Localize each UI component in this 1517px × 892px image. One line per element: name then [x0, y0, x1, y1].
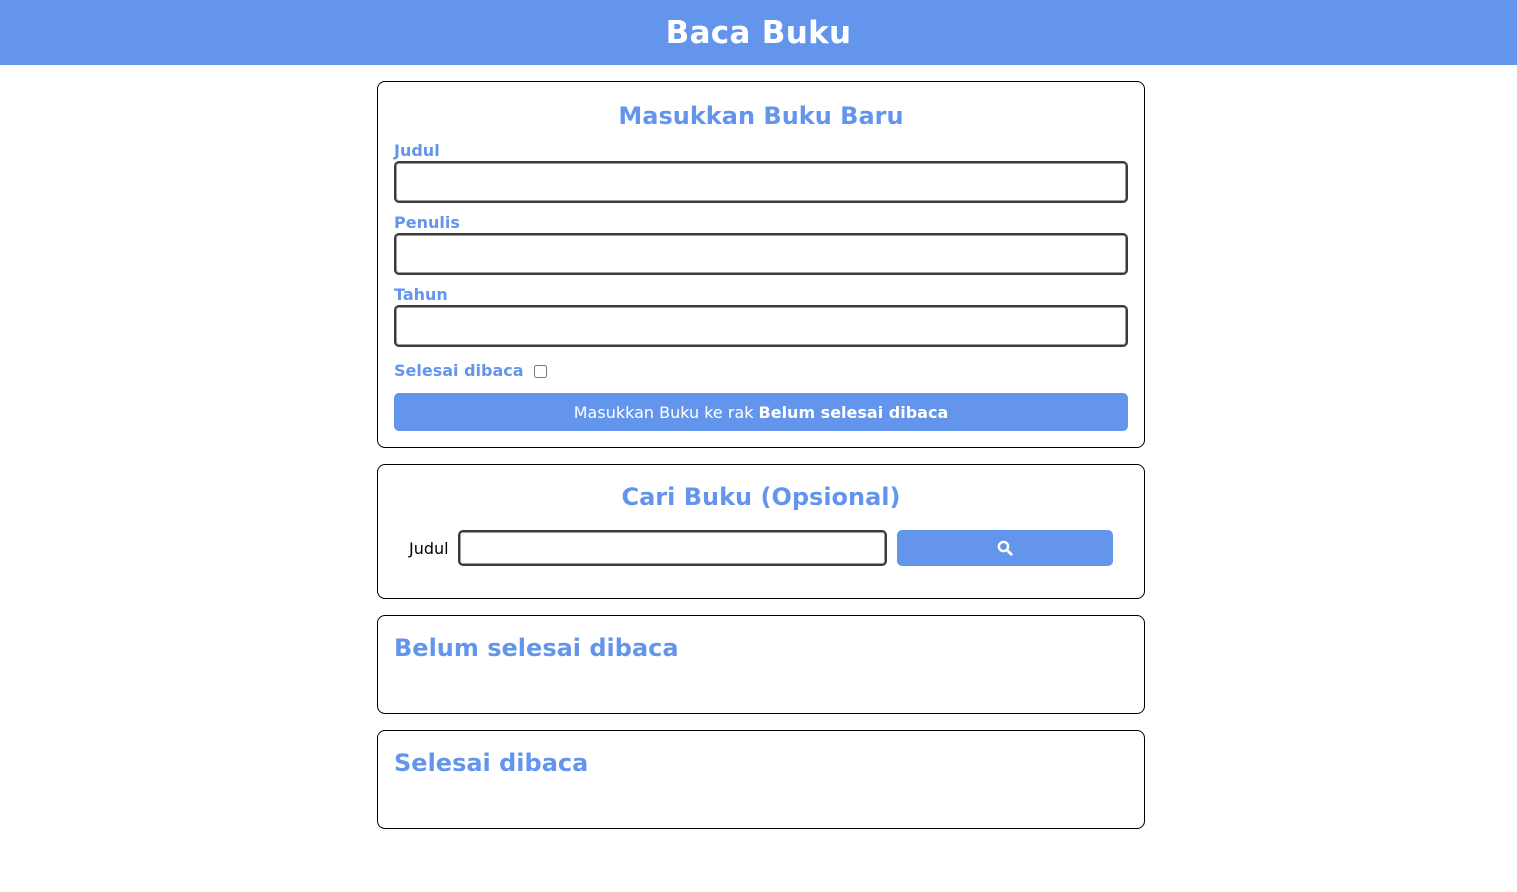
input-book-section: Masukkan Buku Baru Judul Penulis Tahun S…: [377, 81, 1145, 448]
unread-shelf-title: Belum selesai dibaca: [394, 634, 679, 662]
completed-checkbox-label: Selesai dibaca: [394, 361, 524, 380]
search-input[interactable]: [458, 530, 887, 566]
read-shelf: Selesai dibaca: [377, 730, 1145, 829]
read-shelf-title: Selesai dibaca: [394, 749, 589, 777]
submit-book-button[interactable]: Masukkan Buku ke rak Belum selesai dibac…: [394, 393, 1128, 431]
input-section-title: Masukkan Buku Baru: [618, 102, 904, 130]
app-title: Baca Buku: [665, 14, 852, 51]
title-input[interactable]: [394, 161, 1128, 203]
author-field-label: Penulis: [394, 213, 460, 232]
completed-checkbox[interactable]: [533, 364, 547, 378]
unread-shelf: Belum selesai dibaca: [377, 615, 1145, 714]
title-field-label: Judul: [394, 141, 440, 160]
year-field-label: Tahun: [394, 285, 448, 304]
submit-button-prefix: Masukkan Buku ke rak: [573, 402, 754, 422]
search-field-label: Judul: [409, 539, 449, 558]
search-button[interactable]: [897, 530, 1113, 566]
year-input[interactable]: [394, 305, 1128, 347]
completed-checkbox-row: Selesai dibaca: [394, 361, 547, 380]
search-icon: [997, 540, 1013, 556]
search-section-title: Cari Buku (Opsional): [621, 483, 901, 511]
app-header: Baca Buku: [0, 0, 1517, 65]
search-book-section: Cari Buku (Opsional) Judul: [377, 464, 1145, 599]
author-input[interactable]: [394, 233, 1128, 275]
submit-button-shelf: Belum selesai dibaca: [758, 402, 949, 422]
